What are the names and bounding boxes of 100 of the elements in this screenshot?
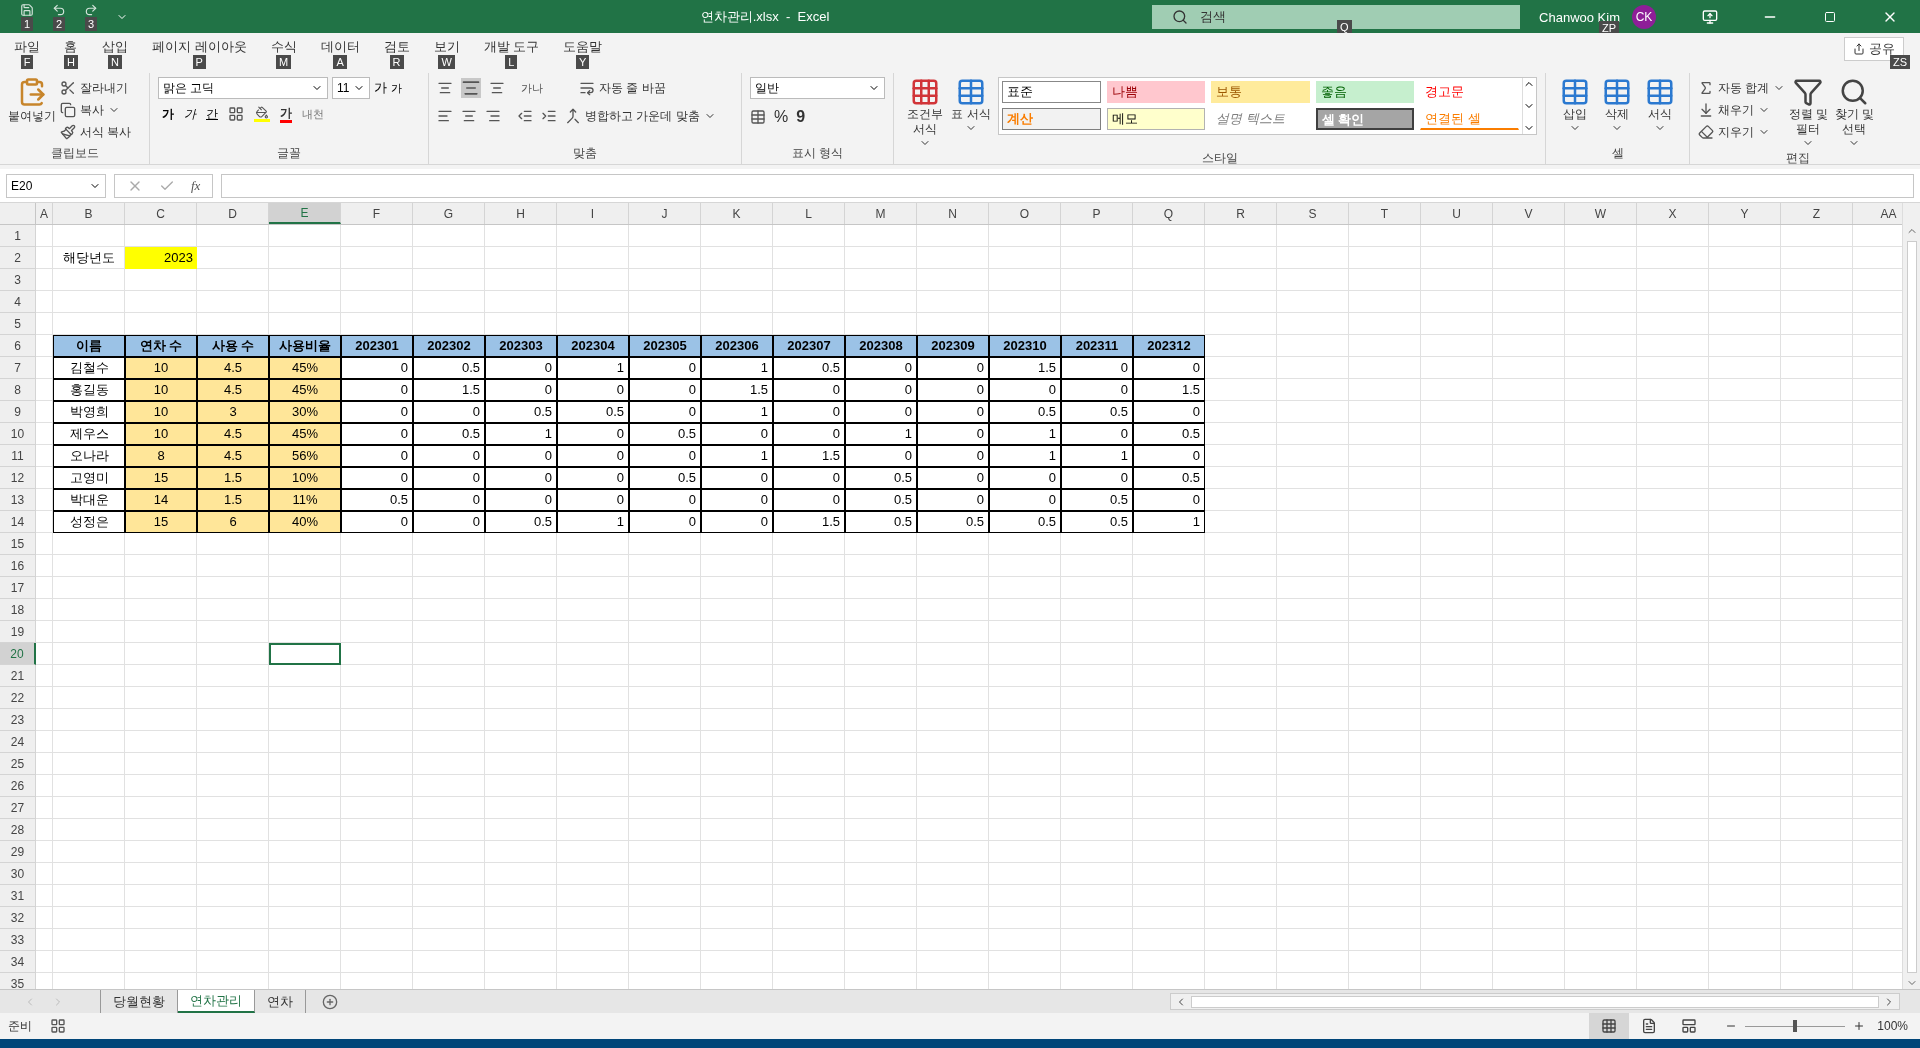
ribbon-tab[interactable]: 보기: [433, 39, 460, 55]
row-heading[interactable]: 29: [0, 841, 36, 863]
column-heading[interactable]: R: [1205, 203, 1277, 224]
fill-button[interactable]: 채우기: [1698, 99, 1786, 121]
row-heading[interactable]: 8: [0, 379, 36, 401]
column-heading[interactable]: Q: [1133, 203, 1205, 224]
column-heading[interactable]: O: [989, 203, 1061, 224]
column-heading[interactable]: Z: [1781, 203, 1853, 224]
delete-cells-button[interactable]: 삭제: [1596, 77, 1639, 144]
column-heading[interactable]: X: [1637, 203, 1709, 224]
find-select-button[interactable]: 찾기 및 선택: [1831, 77, 1878, 149]
ribbon-display-icon[interactable]: [1702, 8, 1718, 25]
row-heading[interactable]: 33: [0, 929, 36, 951]
column-heading[interactable]: U: [1421, 203, 1493, 224]
cell-style-swatch[interactable]: 메모: [1106, 108, 1206, 130]
bold-button[interactable]: 가: [162, 105, 174, 123]
cut-button[interactable]: 잘라내기: [60, 77, 132, 99]
row-heading[interactable]: 14: [0, 511, 36, 533]
row-heading[interactable]: 10: [0, 423, 36, 445]
row-heading[interactable]: 16: [0, 555, 36, 577]
fill-color-icon[interactable]: [254, 106, 270, 122]
ribbon-tab[interactable]: 검토: [383, 39, 410, 55]
shrink-font-button[interactable]: 가: [391, 79, 402, 97]
row-heading[interactable]: 6: [0, 335, 36, 357]
column-heading[interactable]: W: [1565, 203, 1637, 224]
row-heading[interactable]: 27: [0, 797, 36, 819]
column-heading[interactable]: L: [773, 203, 845, 224]
cell-style-swatch[interactable]: 보통: [1211, 81, 1310, 103]
row-heading[interactable]: 7: [0, 357, 36, 379]
insert-cells-button[interactable]: 삽입: [1554, 77, 1597, 144]
column-heading[interactable]: P: [1061, 203, 1133, 224]
ribbon-tab[interactable]: 홈: [64, 39, 78, 55]
row-heading[interactable]: 24: [0, 731, 36, 753]
cell-style-swatch[interactable]: 좋음: [1315, 81, 1415, 103]
row-heading[interactable]: 17: [0, 577, 36, 599]
row-heading[interactable]: 5: [0, 313, 36, 335]
column-heading[interactable]: E: [269, 203, 341, 224]
column-heading[interactable]: K: [701, 203, 773, 224]
selected-cell[interactable]: [269, 643, 341, 665]
zoom-thumb[interactable]: [1793, 1020, 1798, 1032]
row-heading[interactable]: 28: [0, 819, 36, 841]
formula-field[interactable]: [221, 173, 1914, 198]
format-table-button[interactable]: 표 서식: [948, 77, 994, 149]
row-heading[interactable]: 9: [0, 401, 36, 423]
indent-increase-icon[interactable]: [541, 108, 557, 124]
indent-decrease-icon[interactable]: [517, 108, 533, 124]
underline-button[interactable]: 간: [206, 105, 218, 123]
row-heading[interactable]: 32: [0, 907, 36, 929]
redo-icon[interactable]: [84, 2, 98, 17]
column-heading[interactable]: S: [1277, 203, 1349, 224]
column-heading[interactable]: A: [36, 203, 53, 224]
column-heading[interactable]: Y: [1709, 203, 1781, 224]
horizontal-scrollbar[interactable]: [1170, 993, 1900, 1010]
column-heading[interactable]: T: [1349, 203, 1421, 224]
column-heading[interactable]: C: [125, 203, 197, 224]
ribbon-tab[interactable]: 페이지 레이아웃: [151, 39, 247, 55]
orientation-button[interactable]: 가나: [521, 79, 543, 97]
ribbon-tab[interactable]: 데이터: [320, 39, 360, 55]
user-avatar[interactable]: CK: [1632, 4, 1656, 29]
font-name-field[interactable]: 맑은 고딕: [158, 77, 328, 99]
format-cells-button[interactable]: 서식: [1638, 77, 1681, 144]
insert-function-button[interactable]: fx: [191, 175, 201, 196]
row-heading[interactable]: 30: [0, 863, 36, 885]
column-heading[interactable]: J: [629, 203, 701, 224]
font-color-button[interactable]: 가: [280, 105, 292, 123]
undo-icon[interactable]: [52, 2, 66, 17]
ribbon-tab[interactable]: 개발 도구: [483, 39, 540, 55]
row-heading[interactable]: 2: [0, 247, 36, 269]
ribbon-tab[interactable]: 삽입: [101, 39, 128, 55]
zoom-in-icon[interactable]: [1853, 1020, 1866, 1032]
row-heading[interactable]: 1: [0, 225, 36, 247]
sort-filter-button[interactable]: 정렬 및 필터: [1785, 77, 1832, 149]
row-heading[interactable]: 15: [0, 533, 36, 555]
column-heading[interactable]: B: [53, 203, 125, 224]
number-format-field[interactable]: 일반: [750, 77, 885, 99]
row-heading[interactable]: 31: [0, 885, 36, 907]
copy-button[interactable]: 복사: [60, 99, 132, 121]
italic-button[interactable]: 가: [184, 105, 196, 123]
phonetic-button[interactable]: 내천: [302, 105, 324, 123]
conditional-format-button[interactable]: 조건부 서식: [902, 77, 948, 149]
row-heading[interactable]: 19: [0, 621, 36, 643]
row-heading[interactable]: 13: [0, 489, 36, 511]
ribbon-tab[interactable]: 도움말: [563, 39, 603, 55]
cell-style-swatch[interactable]: 나쁨: [1106, 81, 1206, 103]
row-heading[interactable]: 34: [0, 951, 36, 973]
middle-align-icon[interactable]: [461, 78, 481, 98]
column-heading[interactable]: M: [845, 203, 917, 224]
column-heading[interactable]: V: [1493, 203, 1565, 224]
ribbon-tab[interactable]: 파일: [14, 39, 40, 55]
save-icon[interactable]: [20, 2, 34, 17]
column-heading[interactable]: F: [341, 203, 413, 224]
paste-button[interactable]: 붙여넣기: [8, 77, 56, 144]
ribbon-tab[interactable]: 수식: [270, 39, 297, 55]
row-heading[interactable]: 20: [0, 643, 36, 665]
align-left-icon[interactable]: [437, 108, 453, 124]
vertical-scrollbar[interactable]: [1902, 203, 1920, 989]
row-heading[interactable]: 23: [0, 709, 36, 731]
row-heading[interactable]: 18: [0, 599, 36, 621]
add-sheet-icon[interactable]: [322, 993, 338, 1010]
row-heading[interactable]: 4: [0, 291, 36, 313]
